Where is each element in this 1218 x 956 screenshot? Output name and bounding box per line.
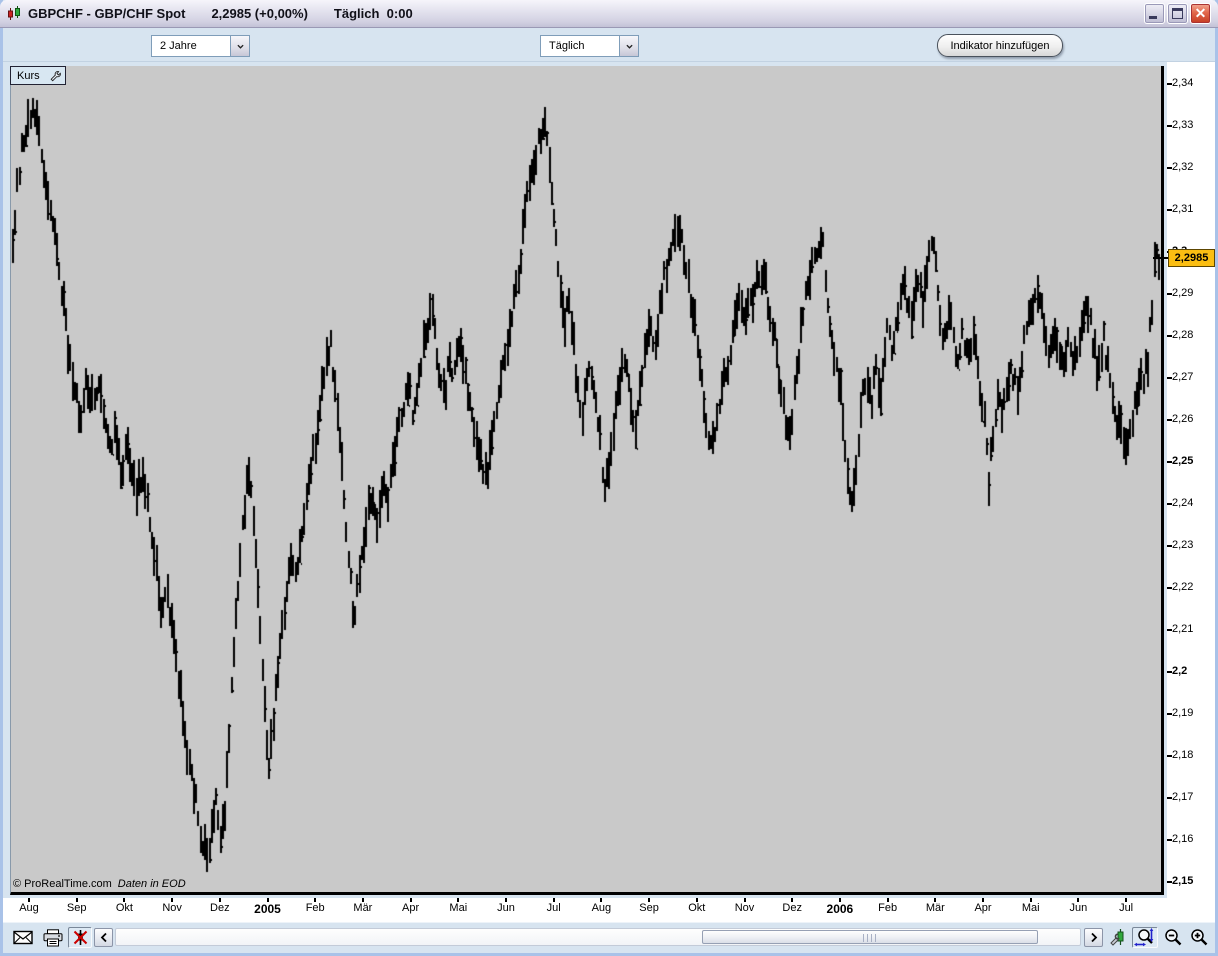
x-axis-label: Mai bbox=[1009, 902, 1053, 914]
copyright-text: © ProRealTime.com bbox=[13, 878, 112, 890]
wrench-icon[interactable] bbox=[48, 70, 61, 82]
zoom-in-button[interactable] bbox=[1187, 927, 1211, 948]
print-icon bbox=[43, 929, 63, 947]
add-indicator-button[interactable]: Indikator hinzufügen bbox=[937, 34, 1063, 57]
period-select[interactable]: 2 Jahre bbox=[151, 35, 250, 57]
y-axis-label: 2,27 bbox=[1172, 371, 1214, 384]
x-axis-label: Sep bbox=[55, 902, 99, 914]
close-icon: ✕ bbox=[1191, 4, 1210, 23]
chevron-down-icon[interactable] bbox=[230, 36, 249, 56]
y-axis-label: 2,16 bbox=[1172, 833, 1214, 846]
period-select-value: 2 Jahre bbox=[152, 40, 230, 52]
y-axis-label: 2,23 bbox=[1172, 539, 1214, 552]
price-axis[interactable] bbox=[1167, 62, 1215, 898]
x-axis-label: Jul bbox=[1104, 902, 1148, 914]
arrow-left-icon bbox=[99, 932, 109, 943]
x-axis-label: Apr bbox=[961, 902, 1005, 914]
x-axis-label: Jun bbox=[1056, 902, 1100, 914]
zoom-out-icon bbox=[1163, 928, 1183, 947]
x-axis-label: Mär bbox=[913, 902, 957, 914]
last-price-badge: 2,2985 bbox=[1168, 249, 1215, 267]
maximize-icon bbox=[1172, 8, 1183, 19]
chart-plot-area[interactable] bbox=[10, 66, 1164, 895]
x-axis-label: Feb bbox=[293, 902, 337, 914]
x-axis-label: Aug bbox=[579, 902, 623, 914]
title-price: 2,2985 (+0,00%) bbox=[211, 6, 307, 21]
zoom-fit-button[interactable] bbox=[1132, 927, 1158, 948]
crosshair-off-button[interactable] bbox=[68, 927, 92, 948]
timeframe-select-value: Täglich bbox=[541, 40, 619, 52]
y-axis-label: 2,31 bbox=[1172, 203, 1214, 216]
chart-settings-icon bbox=[1108, 928, 1128, 947]
data-note: Daten in EOD bbox=[118, 878, 186, 890]
x-axis-label: 2006 bbox=[818, 902, 862, 916]
y-axis-label: 2,32 bbox=[1172, 161, 1214, 174]
x-axis-label: Okt bbox=[675, 902, 719, 914]
email-button[interactable] bbox=[11, 927, 35, 948]
bottom-toolbar bbox=[3, 922, 1215, 952]
y-axis-label: 2,18 bbox=[1172, 749, 1214, 762]
x-axis-label: Okt bbox=[102, 902, 146, 914]
maximize-button[interactable] bbox=[1167, 3, 1188, 24]
x-axis-label: Nov bbox=[723, 902, 767, 914]
app-window: GBPCHF - GBP/CHF Spot 2,2985 (+0,00%) Tä… bbox=[0, 0, 1218, 956]
y-axis-label: 2,24 bbox=[1172, 497, 1214, 510]
titlebar[interactable]: GBPCHF - GBP/CHF Spot 2,2985 (+0,00%) Tä… bbox=[0, 0, 1218, 28]
chart-scrollbar-thumb[interactable] bbox=[702, 930, 1038, 944]
price-bars-canvas[interactable] bbox=[11, 66, 1161, 892]
last-price-pointer bbox=[1153, 257, 1168, 259]
y-axis-label: 2,26 bbox=[1172, 413, 1214, 426]
chart-region: AugSepOktNovDez2005FebMärAprMaiJunJulAug… bbox=[3, 62, 1215, 922]
chart-settings-button[interactable] bbox=[1106, 927, 1130, 948]
email-icon bbox=[13, 930, 33, 945]
x-axis-label: Jul bbox=[532, 902, 576, 914]
y-axis-label: 2,33 bbox=[1172, 119, 1214, 132]
y-axis-label: 2,19 bbox=[1172, 707, 1214, 720]
x-axis-label: Mai bbox=[436, 902, 480, 914]
x-axis-label: Dez bbox=[770, 902, 814, 914]
x-axis-label: Dez bbox=[198, 902, 242, 914]
x-axis-label: Jun bbox=[484, 902, 528, 914]
y-axis-label: 2,22 bbox=[1172, 581, 1214, 594]
copyright: © ProRealTime.com Daten in EOD bbox=[13, 878, 186, 890]
title-symbol: GBPCHF - GBP/CHF Spot bbox=[28, 6, 185, 21]
timeframe-select[interactable]: Täglich bbox=[540, 35, 639, 57]
y-axis-label: 2,28 bbox=[1172, 329, 1214, 342]
y-axis-label: 2,21 bbox=[1172, 623, 1214, 636]
minimize-icon bbox=[1149, 16, 1157, 19]
y-axis-label: 2,2 bbox=[1172, 665, 1214, 678]
print-button[interactable] bbox=[41, 927, 65, 948]
top-toolbar: 2 Jahre Täglich Indikator hinzufügen bbox=[3, 28, 1215, 62]
y-axis-label: 2,15 bbox=[1172, 875, 1214, 888]
y-axis-label: 2,34 bbox=[1172, 77, 1214, 90]
x-axis-label: Mär bbox=[341, 902, 385, 914]
zoom-out-button[interactable] bbox=[1161, 927, 1185, 948]
chart-icon bbox=[6, 5, 23, 22]
x-axis-label: 2005 bbox=[246, 902, 290, 916]
title-timeframe: Täglich 0:00 bbox=[334, 6, 413, 21]
chevron-down-icon[interactable] bbox=[619, 36, 638, 56]
x-axis-label: Aug bbox=[7, 902, 51, 914]
y-axis-label: 2,29 bbox=[1172, 287, 1214, 300]
zoom-in-icon bbox=[1189, 928, 1209, 947]
x-axis-label: Nov bbox=[150, 902, 194, 914]
pane-label-text: Kurs bbox=[17, 70, 40, 82]
y-axis-label: 2,25 bbox=[1172, 455, 1214, 468]
scrollbar-grip bbox=[863, 934, 877, 942]
x-axis-label: Sep bbox=[627, 902, 671, 914]
time-axis[interactable]: AugSepOktNovDez2005FebMärAprMaiJunJulAug… bbox=[3, 898, 1215, 922]
crosshair-off-icon bbox=[72, 929, 89, 946]
scroll-left-button[interactable] bbox=[94, 928, 113, 947]
x-axis-label: Apr bbox=[389, 902, 433, 914]
x-axis-label: Feb bbox=[866, 902, 910, 914]
close-button[interactable]: ✕ bbox=[1190, 3, 1211, 24]
arrow-right-icon bbox=[1089, 932, 1099, 943]
chart-scrollbar[interactable] bbox=[115, 928, 1081, 946]
pane-label[interactable]: Kurs bbox=[10, 66, 66, 85]
zoom-fit-icon bbox=[1134, 928, 1156, 947]
y-axis-label: 2,17 bbox=[1172, 791, 1214, 804]
scroll-right-button[interactable] bbox=[1084, 928, 1103, 947]
minimize-button[interactable] bbox=[1144, 3, 1165, 24]
